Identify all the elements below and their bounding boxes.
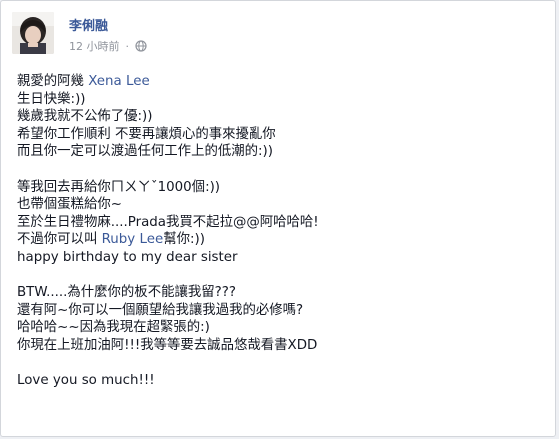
post-line: 幾歲我就不公佈了優:)) — [17, 109, 153, 125]
post-line: 還有阿~你可以一個願望給我讓我過我的必修嗎? — [17, 302, 304, 318]
post-line: Love you so much!!! — [17, 373, 155, 389]
post-body: 親愛的阿幾 Xena Lee 生日快樂:)) 幾歲我就不公佈了優:)) 希望你工… — [17, 73, 541, 390]
post-line: 也帶個蛋糕給你~ — [17, 197, 122, 213]
author-avatar[interactable] — [12, 12, 54, 54]
post-timestamp[interactable]: 12 小時前 — [69, 38, 120, 54]
globe-icon[interactable] — [135, 40, 147, 52]
post-line: 你現在上班加油阿!!!我等等要去誠品悠哉看書XDD — [17, 337, 318, 353]
post-line: 至於生日禮物麻....Prada我買不起拉@@阿哈哈哈! — [17, 214, 319, 230]
post-line: 希望你工作順利 不要再讓煩心的事來擾亂你 — [17, 126, 276, 142]
feed-post: 李俐融 12 小時前 · 親愛的阿幾 Xena Lee 生日快樂:)) 幾歲我就… — [0, 0, 556, 437]
post-meta: 12 小時前 · — [69, 38, 147, 54]
post-text: 親愛的阿幾 — [17, 74, 89, 89]
post-line: 而且你一定可以渡過任何工作上的低潮的:)) — [17, 144, 273, 160]
post-line: 生日快樂:)) — [17, 91, 86, 107]
post-line: 等我回去再給你ㄇㄨㄚˇ1000個:)) — [17, 179, 221, 195]
tagged-user-ruby-lee[interactable]: Ruby Lee — [102, 232, 164, 247]
post-line: happy birthday to my dear sister — [17, 249, 238, 265]
post-line: 親愛的阿幾 Xena Lee — [17, 73, 541, 91]
author-name[interactable]: 李俐融 — [69, 15, 108, 34]
tagged-user-xena-lee[interactable]: Xena Lee — [88, 74, 149, 89]
post-text: 幫你:)) — [163, 232, 205, 248]
post-line: 哈哈哈~~因為我現在超緊張的:) — [17, 320, 210, 336]
post-line: BTW.....為什麼你的板不能讓我留??? — [17, 285, 236, 301]
meta-separator: · — [125, 39, 130, 53]
post-text: 不過你可以叫 — [17, 232, 102, 248]
post-line: 不過你可以叫 Ruby Lee幫你:)) — [17, 231, 541, 249]
avatar-photo — [12, 12, 54, 54]
